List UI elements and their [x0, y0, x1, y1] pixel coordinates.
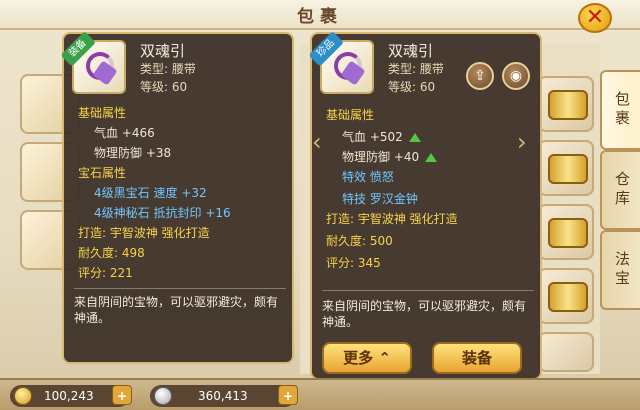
bag-slot[interactable] — [538, 76, 594, 132]
attribute-line: 气血 +466 — [94, 126, 155, 140]
item-level: 等级: 60 — [140, 80, 188, 94]
prev-arrow-icon[interactable]: ‹ — [312, 130, 326, 156]
scroll-icon — [548, 282, 588, 312]
skill-line: 特技 罗汉金钟 — [342, 192, 418, 206]
chevron-up-icon: ⌃ — [378, 349, 391, 367]
equip-button[interactable]: 装备 — [432, 342, 522, 374]
add-gold-button[interactable]: + — [112, 385, 132, 405]
bag-slot[interactable] — [538, 140, 594, 196]
scroll-icon — [548, 218, 588, 248]
gem-attributes-title: 宝石属性 — [78, 166, 127, 180]
next-arrow-icon[interactable]: › — [517, 130, 531, 156]
eye-icon: ◉ — [509, 68, 523, 84]
bag-slot[interactable] — [538, 204, 594, 260]
gold-coin-icon — [14, 387, 32, 405]
forge-line: 打造: 宇智波神 强化打造 — [78, 226, 210, 240]
durability-line: 耐久度: 498 — [78, 246, 145, 260]
currency-bar: 100,243 + 360,413 + — [0, 378, 640, 410]
item-description: 来自阴间的宝物，可以驱邪避灾，颇有神通。 — [322, 299, 527, 329]
share-button[interactable]: ⇪ — [466, 62, 494, 90]
window-title: 包裹 — [297, 7, 343, 27]
bag-item-tooltip: 珍品 双魂引 类型: 腰带 等级: 60 ⇪ ◉ 基础属性 气血 +502 物理… — [308, 31, 542, 380]
item-icon: 珍品 — [308, 31, 374, 94]
share-icon: ⇪ — [474, 68, 486, 84]
equipped-item-tooltip: 装备 双魂引 类型: 腰带 等级: 60 基础属性 气血 +466 物理防御 +… — [60, 31, 294, 364]
up-arrow-icon — [425, 153, 438, 162]
scroll-icon — [548, 90, 588, 120]
gold-display: 100,243 + — [10, 385, 132, 407]
forge-line: 打造: 宇智波神 强化打造 — [326, 212, 458, 226]
item-type: 类型: 腰带 — [140, 62, 196, 76]
tab-bag[interactable]: 包裹 — [600, 70, 640, 150]
add-silver-button[interactable]: + — [278, 385, 298, 405]
effect-line: 特效 愤怒 — [342, 170, 394, 184]
silver-coin-icon — [154, 387, 172, 405]
item-name: 双魂引 — [140, 42, 186, 60]
item-level: 等级: 60 — [388, 80, 436, 94]
bag-slot[interactable] — [538, 332, 594, 372]
base-attributes-title: 基础属性 — [326, 108, 375, 122]
attribute-line: 物理防御 +40 — [342, 148, 438, 165]
scroll-icon — [548, 154, 588, 184]
gem-line: 4级黑宝石 速度 +32 — [94, 186, 207, 200]
score-line: 评分: 221 — [78, 266, 133, 280]
attribute-line: 气血 +502 — [342, 128, 421, 145]
tab-treasure[interactable]: 法宝 — [600, 230, 640, 310]
title-bar: 包裹 ✕ — [0, 0, 640, 33]
more-button[interactable]: 更多 ⌃ — [322, 342, 412, 374]
tab-warehouse[interactable]: 仓库 — [600, 150, 640, 230]
close-button[interactable]: ✕ — [578, 3, 612, 33]
item-type: 类型: 腰带 — [388, 62, 444, 76]
preview-button[interactable]: ◉ — [502, 62, 530, 90]
gem-line: 4级神秘石 抵抗封印 +16 — [94, 206, 231, 220]
item-icon: 装备 — [60, 31, 126, 94]
durability-line: 耐久度: 500 — [326, 234, 393, 248]
attribute-line: 物理防御 +38 — [94, 146, 172, 160]
item-description: 来自阴间的宝物，可以驱邪避灾，颇有神通。 — [74, 295, 279, 325]
item-name: 双魂引 — [388, 42, 434, 60]
silver-display: 360,413 + — [150, 385, 298, 407]
score-line: 评分: 345 — [326, 256, 381, 270]
close-icon: ✕ — [585, 5, 605, 30]
base-attributes-title: 基础属性 — [78, 106, 127, 120]
bag-slot[interactable] — [538, 268, 594, 324]
up-arrow-icon — [408, 133, 421, 142]
